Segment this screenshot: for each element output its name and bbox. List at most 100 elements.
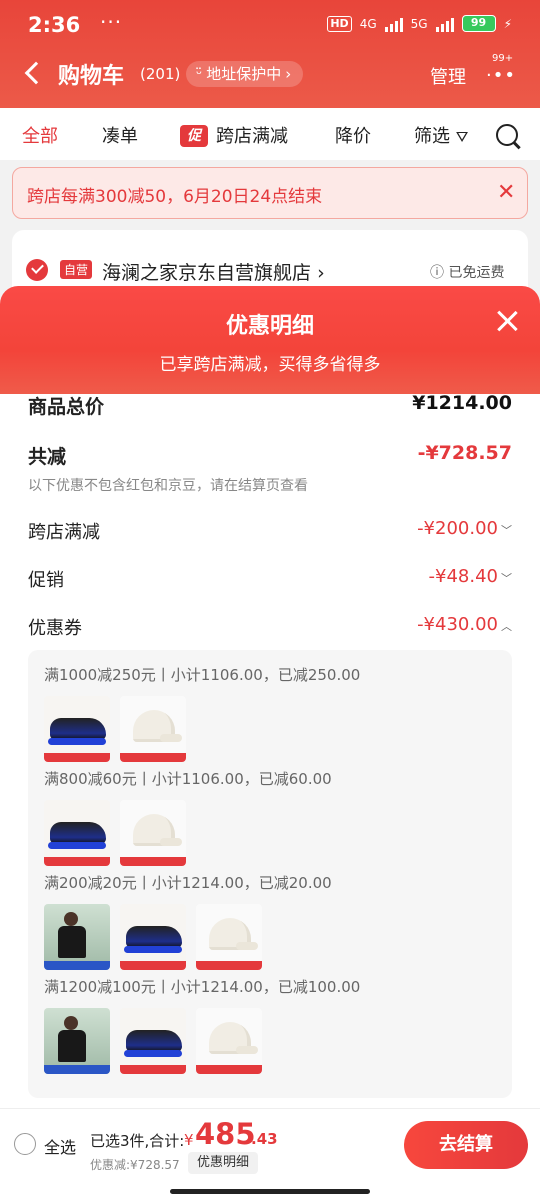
discount-detail-button[interactable]: 优惠明细 [188,1152,259,1174]
product-thumb-cap[interactable] [120,696,186,762]
filter-tabs: 全部 凑单 促跨店满减 降价 筛选 ⛛ [0,108,540,160]
hd-icon: HD [327,15,352,32]
promo-strip [120,961,186,970]
coupon-product-thumbs [44,800,186,866]
promotion-value: -¥48.40 ﹀ [429,566,512,587]
sheet-title: 优惠明细 [225,314,314,339]
promo-strip [44,753,110,762]
total-price-value: ¥1214.00 [412,392,512,414]
product-thumb-cap[interactable] [196,904,262,970]
shirt-image [58,1030,86,1062]
shoe-sole-image [124,946,182,953]
tab-filter[interactable]: 筛选 ⛛ [414,122,468,148]
shoe-sole-image [48,842,106,849]
close-icon[interactable] [494,308,520,334]
promo-icon: 促 [180,125,208,147]
status-time: 2:36 [28,13,81,37]
sheet-subtitle: 已享跨店满减，买得多省得多 [159,355,381,375]
promo-strip [196,961,262,970]
model-head-image [64,912,78,926]
cap-brim-image [236,942,258,950]
cross-store-value: -¥200.00 ﹀ [417,518,512,539]
app-header: 2:36 ··· HD 4G 5G 99 ⚡ 购物车 (201) ᵕ̈ 地址保护… [0,0,540,108]
signal-icon [435,16,454,32]
select-all-radio[interactable] [14,1133,36,1155]
cap-brim-image [236,1046,258,1054]
coupon-label: 优惠券 [28,618,82,639]
address-protection-button[interactable]: ᵕ̈ 地址保护中 › [186,61,304,87]
coupon-row[interactable]: 优惠券 -¥430.00 ︿ [28,614,512,640]
status-bar: 2:36 ··· HD 4G 5G 99 ⚡ [0,0,540,50]
model-head-image [64,1016,78,1030]
product-thumb-shoe[interactable] [44,800,110,866]
product-thumb-shoe[interactable] [44,696,110,762]
self-operated-badge: 自营 [60,260,93,279]
tab-price-drop[interactable]: 降价 [335,122,371,148]
shoe-sole-image [124,1050,182,1057]
checkout-button[interactable]: 去结算 [404,1121,528,1169]
chevron-down-icon: ﹀ [501,572,512,585]
total-reduce-row: 共减 -¥728.57 [28,442,512,469]
back-arrow-icon[interactable] [24,61,48,85]
chevron-down-icon: ﹀ [501,524,512,537]
page-title: 购物车 [58,64,125,89]
shoe-sole-image [48,738,106,745]
checkout-bar: 全选 已选3件,合计: ¥ 485 .43 优惠减:¥728.57 优惠明细 去… [0,1108,540,1200]
search-icon[interactable] [496,124,518,146]
product-thumb-shirt[interactable] [44,904,110,970]
product-thumb-cap[interactable] [196,1008,262,1074]
reduce-note: 以下优惠不包含红包和京豆，请在结算页查看 [28,478,308,494]
total-price-label: 商品总价 [28,396,105,418]
info-icon: ⓘ [430,265,444,281]
more-menu-icon[interactable]: ·•• [486,65,516,86]
close-icon[interactable]: ✕ [497,180,515,205]
tab-cross-store[interactable]: 促跨店满减 [180,122,288,148]
shoe-image [126,926,182,948]
shop-name-label: 海澜之家京东自营旗舰店 [102,262,312,284]
shoe-image [126,1030,182,1052]
tab-all[interactable]: 全部 [22,122,58,148]
promo-strip [44,857,110,866]
cross-store-row[interactable]: 跨店满减 -¥200.00 ﹀ [28,518,512,544]
total-reduce-value: -¥728.57 [417,442,512,464]
selected-count: 已选3件,合计: [90,1132,185,1150]
shop-checkbox[interactable] [26,259,48,281]
product-thumb-shirt[interactable] [44,1008,110,1074]
product-thumb-shoe[interactable] [120,1008,186,1074]
cap-brim-image [160,838,182,846]
total-amount-decimal: .43 [251,1130,278,1148]
shoe-image [50,822,106,844]
sheet-header: 优惠明细 已享跨店满减，买得多省得多 [0,286,540,394]
free-shipping-text: 已免运费 [448,265,505,281]
tab-bundle[interactable]: 凑单 [102,122,138,148]
coupon-rule-text: 满1000减250元丨小计1106.00，已减250.00 [44,666,361,684]
promotion-row[interactable]: 促销 -¥48.40 ﹀ [28,566,512,592]
shield-icon: ᵕ̈ [196,65,203,83]
network-4g-label: 4G [359,16,377,31]
promo-banner: 跨店每满300减50，6月20日24点结束 ✕ [12,167,528,219]
promo-strip [196,1065,262,1074]
message-badge: 99+ [492,53,514,64]
signal-icon [384,16,403,32]
shop-name[interactable]: 海澜之家京东自营旗舰店 › [102,258,325,285]
currency-symbol: ¥ [184,1131,194,1149]
coupon-product-thumbs [44,904,262,970]
discount-detail-sheet: 优惠明细 已享跨店满减，买得多省得多 商品总价 ¥1214.00 共减 -¥72… [0,286,540,1200]
promo-strip [120,857,186,866]
shirt-image [58,926,86,958]
promo-banner-text: 跨店每满300减50，6月20日24点结束 [27,187,323,207]
saved-amount: 优惠减:¥728.57 [90,1158,180,1172]
promotion-label: 促销 [28,570,64,591]
cap-brim-image [160,734,182,742]
coupon-product-thumbs [44,1008,262,1074]
manage-button[interactable]: 管理 [430,63,466,89]
product-thumb-cap[interactable] [120,800,186,866]
cross-store-label: 跨店满减 [28,522,100,543]
product-thumb-shoe[interactable] [120,904,186,970]
select-all-label[interactable]: 全选 [44,1134,76,1158]
total-price-row: 商品总价 ¥1214.00 [28,392,512,419]
coupon-rule-text: 满1200减100元丨小计1214.00，已减100.00 [44,978,361,996]
total-amount: 485 [195,1117,256,1151]
coupon-amount: -¥430.00 [417,614,498,635]
coupon-rule-text: 满800减60元丨小计1106.00，已减60.00 [44,770,332,788]
